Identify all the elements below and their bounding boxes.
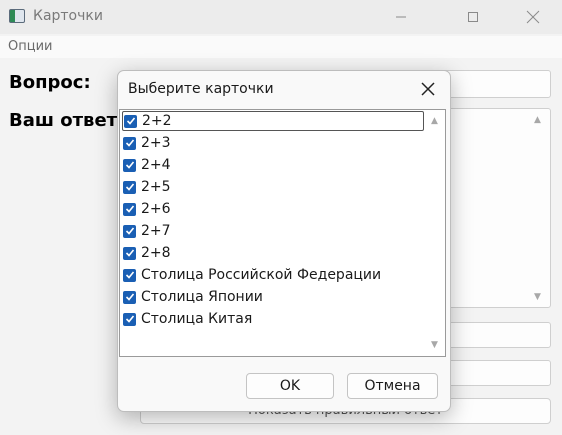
close-icon: [526, 10, 540, 24]
maximize-icon: [468, 12, 478, 22]
checkbox[interactable]: [123, 290, 136, 304]
list-item-label: 2+8: [141, 245, 171, 261]
list-scroll-up-icon[interactable]: ▲: [431, 116, 438, 126]
checkbox[interactable]: [124, 114, 137, 128]
list-item-label: 2+3: [141, 135, 171, 151]
checkbox[interactable]: [123, 202, 136, 216]
list-item-label: 2+4: [141, 157, 171, 173]
minimize-button[interactable]: [378, 0, 424, 34]
list-item-label: 2+5: [141, 179, 171, 195]
question-label: Вопрос:: [9, 72, 91, 93]
checkbox[interactable]: [123, 268, 136, 282]
cancel-button[interactable]: Отмена: [347, 373, 438, 399]
list-item[interactable]: 2+4: [122, 155, 424, 175]
dialog-close-button[interactable]: [412, 75, 444, 103]
close-icon: [421, 82, 435, 96]
answer-scroll-down-icon[interactable]: ▼: [534, 292, 541, 302]
checkbox[interactable]: [123, 136, 136, 150]
list-item[interactable]: 2+3: [122, 133, 424, 153]
checkbox[interactable]: [123, 224, 136, 238]
list-item[interactable]: Столица Российской Федерации: [122, 265, 424, 285]
list-item[interactable]: Столица Японии: [122, 287, 424, 307]
maximize-button[interactable]: [450, 0, 496, 34]
list-item[interactable]: 2+2: [122, 111, 424, 131]
dialog-title: Выберите карточки: [128, 81, 274, 97]
answer-scroll-up-icon[interactable]: ▲: [534, 115, 541, 125]
list-item-label: Столица Японии: [141, 289, 263, 305]
minimize-icon: [396, 16, 406, 18]
checkbox[interactable]: [123, 312, 136, 326]
checkbox[interactable]: [123, 180, 136, 194]
list-item-label: Столица Китая: [141, 311, 253, 327]
list-item[interactable]: 2+8: [122, 243, 424, 263]
menu-options[interactable]: Опции: [8, 39, 52, 54]
select-cards-dialog: Выберите карточки 2+2 2+3 2+4 2+5 2+6 2+…: [117, 70, 451, 412]
list-item[interactable]: 2+5: [122, 177, 424, 197]
close-window-button[interactable]: [510, 0, 556, 34]
list-item-label: 2+2: [142, 113, 172, 129]
answer-label: Ваш ответ: [9, 110, 118, 131]
list-item-label: Столица Российской Федерации: [141, 267, 382, 283]
window-title: Карточки: [33, 8, 103, 24]
list-item[interactable]: Столица Китая: [122, 309, 424, 329]
list-scroll-down-icon[interactable]: ▼: [431, 340, 438, 350]
list-item-label: 2+7: [141, 223, 171, 239]
list-item-label: 2+6: [141, 201, 171, 217]
title-bar: Карточки: [0, 0, 562, 34]
menu-bar: Опции: [0, 36, 562, 58]
ok-button[interactable]: OK: [246, 373, 334, 399]
cards-list[interactable]: 2+2 2+3 2+4 2+5 2+6 2+7 2+8 Столица Росс…: [119, 109, 446, 357]
checkbox[interactable]: [123, 158, 136, 172]
checkbox[interactable]: [123, 246, 136, 260]
list-item[interactable]: 2+6: [122, 199, 424, 219]
app-icon: [9, 9, 25, 23]
list-item[interactable]: 2+7: [122, 221, 424, 241]
